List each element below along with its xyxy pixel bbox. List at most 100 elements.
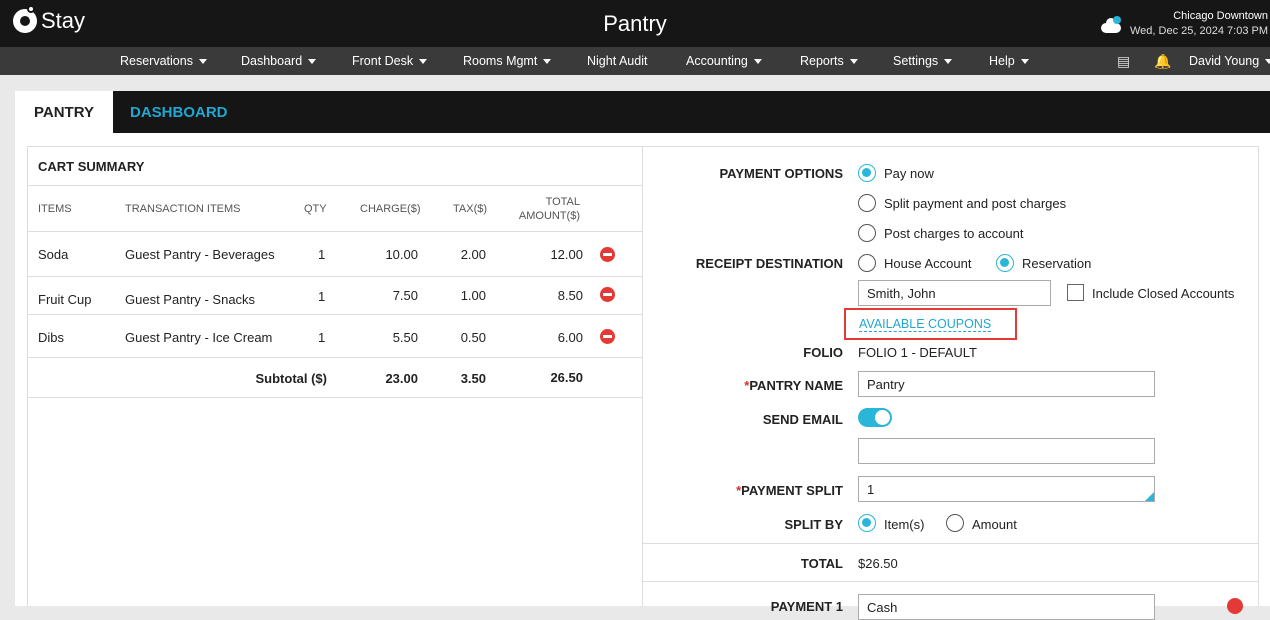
split-by-amount-radio[interactable] <box>946 514 964 532</box>
pay-now-radio[interactable] <box>858 164 876 182</box>
nav-settings[interactable]: Settings <box>893 54 953 68</box>
nav-rooms-mgmt[interactable]: Rooms Mgmt <box>463 54 552 68</box>
split-by-items-radio[interactable] <box>858 514 876 532</box>
tab-pantry[interactable]: PANTRY <box>15 91 113 133</box>
col-items: ITEMS <box>38 203 72 215</box>
payment-split-input[interactable]: 1 <box>858 476 1155 502</box>
reservation-radio[interactable] <box>996 254 1014 272</box>
col-qty: QTY <box>304 203 327 215</box>
weather-icon <box>1101 16 1123 34</box>
cell-qty: 1 <box>318 289 326 304</box>
include-closed-checkbox[interactable] <box>1067 284 1084 301</box>
nav-label: Settings <box>893 54 939 68</box>
nav-accounting[interactable]: Accounting <box>686 54 762 68</box>
payment-split-value: 1 <box>867 482 875 497</box>
pantry-name-input[interactable]: Pantry <box>858 371 1155 397</box>
nav-help[interactable]: Help <box>989 54 1029 68</box>
nav-night-audit[interactable]: Night Audit <box>587 54 647 68</box>
bell-icon[interactable]: 🔔 <box>1154 53 1171 70</box>
current-datetime: Wed, Dec 25, 2024 7:03 PM <box>1130 25 1268 37</box>
payment-1-label: PAYMENT 1 <box>770 599 843 614</box>
cell-qty: 1 <box>318 247 326 262</box>
caret-down-icon <box>1265 59 1270 65</box>
subtotal-total: 26.50 <box>550 370 583 385</box>
total-label: TOTAL <box>800 556 843 571</box>
cell-total: 8.50 <box>557 288 583 303</box>
nav-label: Front Desk <box>352 54 414 68</box>
payment-options-label: PAYMENT OPTIONS <box>719 166 843 181</box>
col-amount-label: AMOUNT($) <box>518 210 580 222</box>
user-menu[interactable]: David Young <box>1189 54 1270 68</box>
property-info: Chicago Downtown Wed, Dec 25, 2024 7:03 … <box>1130 9 1268 39</box>
cart-summary: CART SUMMARY ITEMS TRANSACTION ITEMS QTY… <box>27 146 643 606</box>
remove-payment-icon[interactable] <box>1227 598 1243 614</box>
resize-handle-icon[interactable] <box>1145 492 1154 501</box>
nav-reservations[interactable]: Reservations <box>120 54 207 68</box>
subtotal-tax: 3.50 <box>460 371 486 386</box>
split-payment-label: Split payment and post charges <box>884 196 1067 211</box>
tab-bar: PANTRY DASHBOARD <box>15 91 1270 133</box>
caret-down-icon <box>753 59 762 65</box>
house-account-label: House Account <box>884 256 972 271</box>
nav-label: Accounting <box>686 54 748 68</box>
top-bar: Stay Pantry Chicago Downtown Wed, Dec 25… <box>0 0 1270 47</box>
split-by-label: SPLIT BY <box>784 517 843 532</box>
nav-front-desk[interactable]: Front Desk <box>352 54 428 68</box>
coupons-highlight-box <box>844 308 1017 340</box>
cell-charge: 7.50 <box>392 288 418 303</box>
divider <box>28 185 642 186</box>
total-value: $26.50 <box>858 556 898 571</box>
cell-transaction: Guest Pantry - Ice Cream <box>125 330 273 345</box>
include-closed-label: Include Closed Accounts <box>1092 286 1235 301</box>
clipboard-icon[interactable]: ▤ <box>1117 53 1130 70</box>
email-input[interactable] <box>858 438 1155 464</box>
payment-split-text: PAYMENT SPLIT <box>741 483 843 498</box>
nav-dashboard[interactable]: Dashboard <box>241 54 317 68</box>
split-payment-radio[interactable] <box>858 194 876 212</box>
divider <box>28 397 642 398</box>
caret-down-icon <box>1020 59 1029 65</box>
send-email-toggle[interactable] <box>858 408 892 427</box>
post-charges-radio[interactable] <box>858 224 876 242</box>
send-email-label: SEND EMAIL <box>762 412 843 427</box>
post-charges-label: Post charges to account <box>884 226 1024 241</box>
cell-qty: 1 <box>318 330 326 345</box>
cell-item: Fruit Cup <box>38 292 92 307</box>
caret-down-icon <box>944 59 953 65</box>
cell-tax: 2.00 <box>460 247 486 262</box>
folio-value[interactable]: FOLIO 1 - DEFAULT <box>858 345 977 360</box>
cell-total: 12.00 <box>550 247 583 262</box>
property-name: Chicago Downtown <box>1173 10 1268 22</box>
caret-down-icon <box>849 59 858 65</box>
remove-item-icon[interactable] <box>600 329 615 344</box>
col-tax: TAX($) <box>453 203 488 215</box>
nav-reports[interactable]: Reports <box>800 54 858 68</box>
user-name: David Young <box>1189 54 1260 68</box>
caret-down-icon <box>543 59 552 65</box>
cell-charge: 5.50 <box>392 330 418 345</box>
payment-1-select[interactable]: Cash <box>858 594 1155 620</box>
tab-dashboard[interactable]: DASHBOARD <box>111 91 247 133</box>
caret-down-icon <box>308 59 317 65</box>
subtotal-charge: 23.00 <box>385 371 418 386</box>
split-by-items-label: Item(s) <box>884 517 925 532</box>
cell-tax: 1.00 <box>460 288 486 303</box>
pay-now-label: Pay now <box>884 166 934 181</box>
divider <box>643 581 1259 582</box>
divider <box>28 276 642 277</box>
guest-search-input[interactable]: Smith, John <box>858 280 1051 306</box>
split-by-amount-label: Amount <box>972 517 1017 532</box>
receipt-destination-label: RECEIPT DESTINATION <box>695 256 843 271</box>
reservation-label: Reservation <box>1022 256 1092 271</box>
caret-down-icon <box>419 59 428 65</box>
remove-item-icon[interactable] <box>600 287 615 302</box>
folio-label: FOLIO <box>803 345 843 360</box>
cell-charge: 10.00 <box>385 247 418 262</box>
divider <box>28 314 642 315</box>
nav-label: Help <box>989 54 1015 68</box>
remove-item-icon[interactable] <box>600 247 615 262</box>
cell-transaction: Guest Pantry - Snacks <box>125 292 256 307</box>
house-account-radio[interactable] <box>858 254 876 272</box>
divider <box>28 231 642 232</box>
caret-down-icon <box>198 59 207 65</box>
